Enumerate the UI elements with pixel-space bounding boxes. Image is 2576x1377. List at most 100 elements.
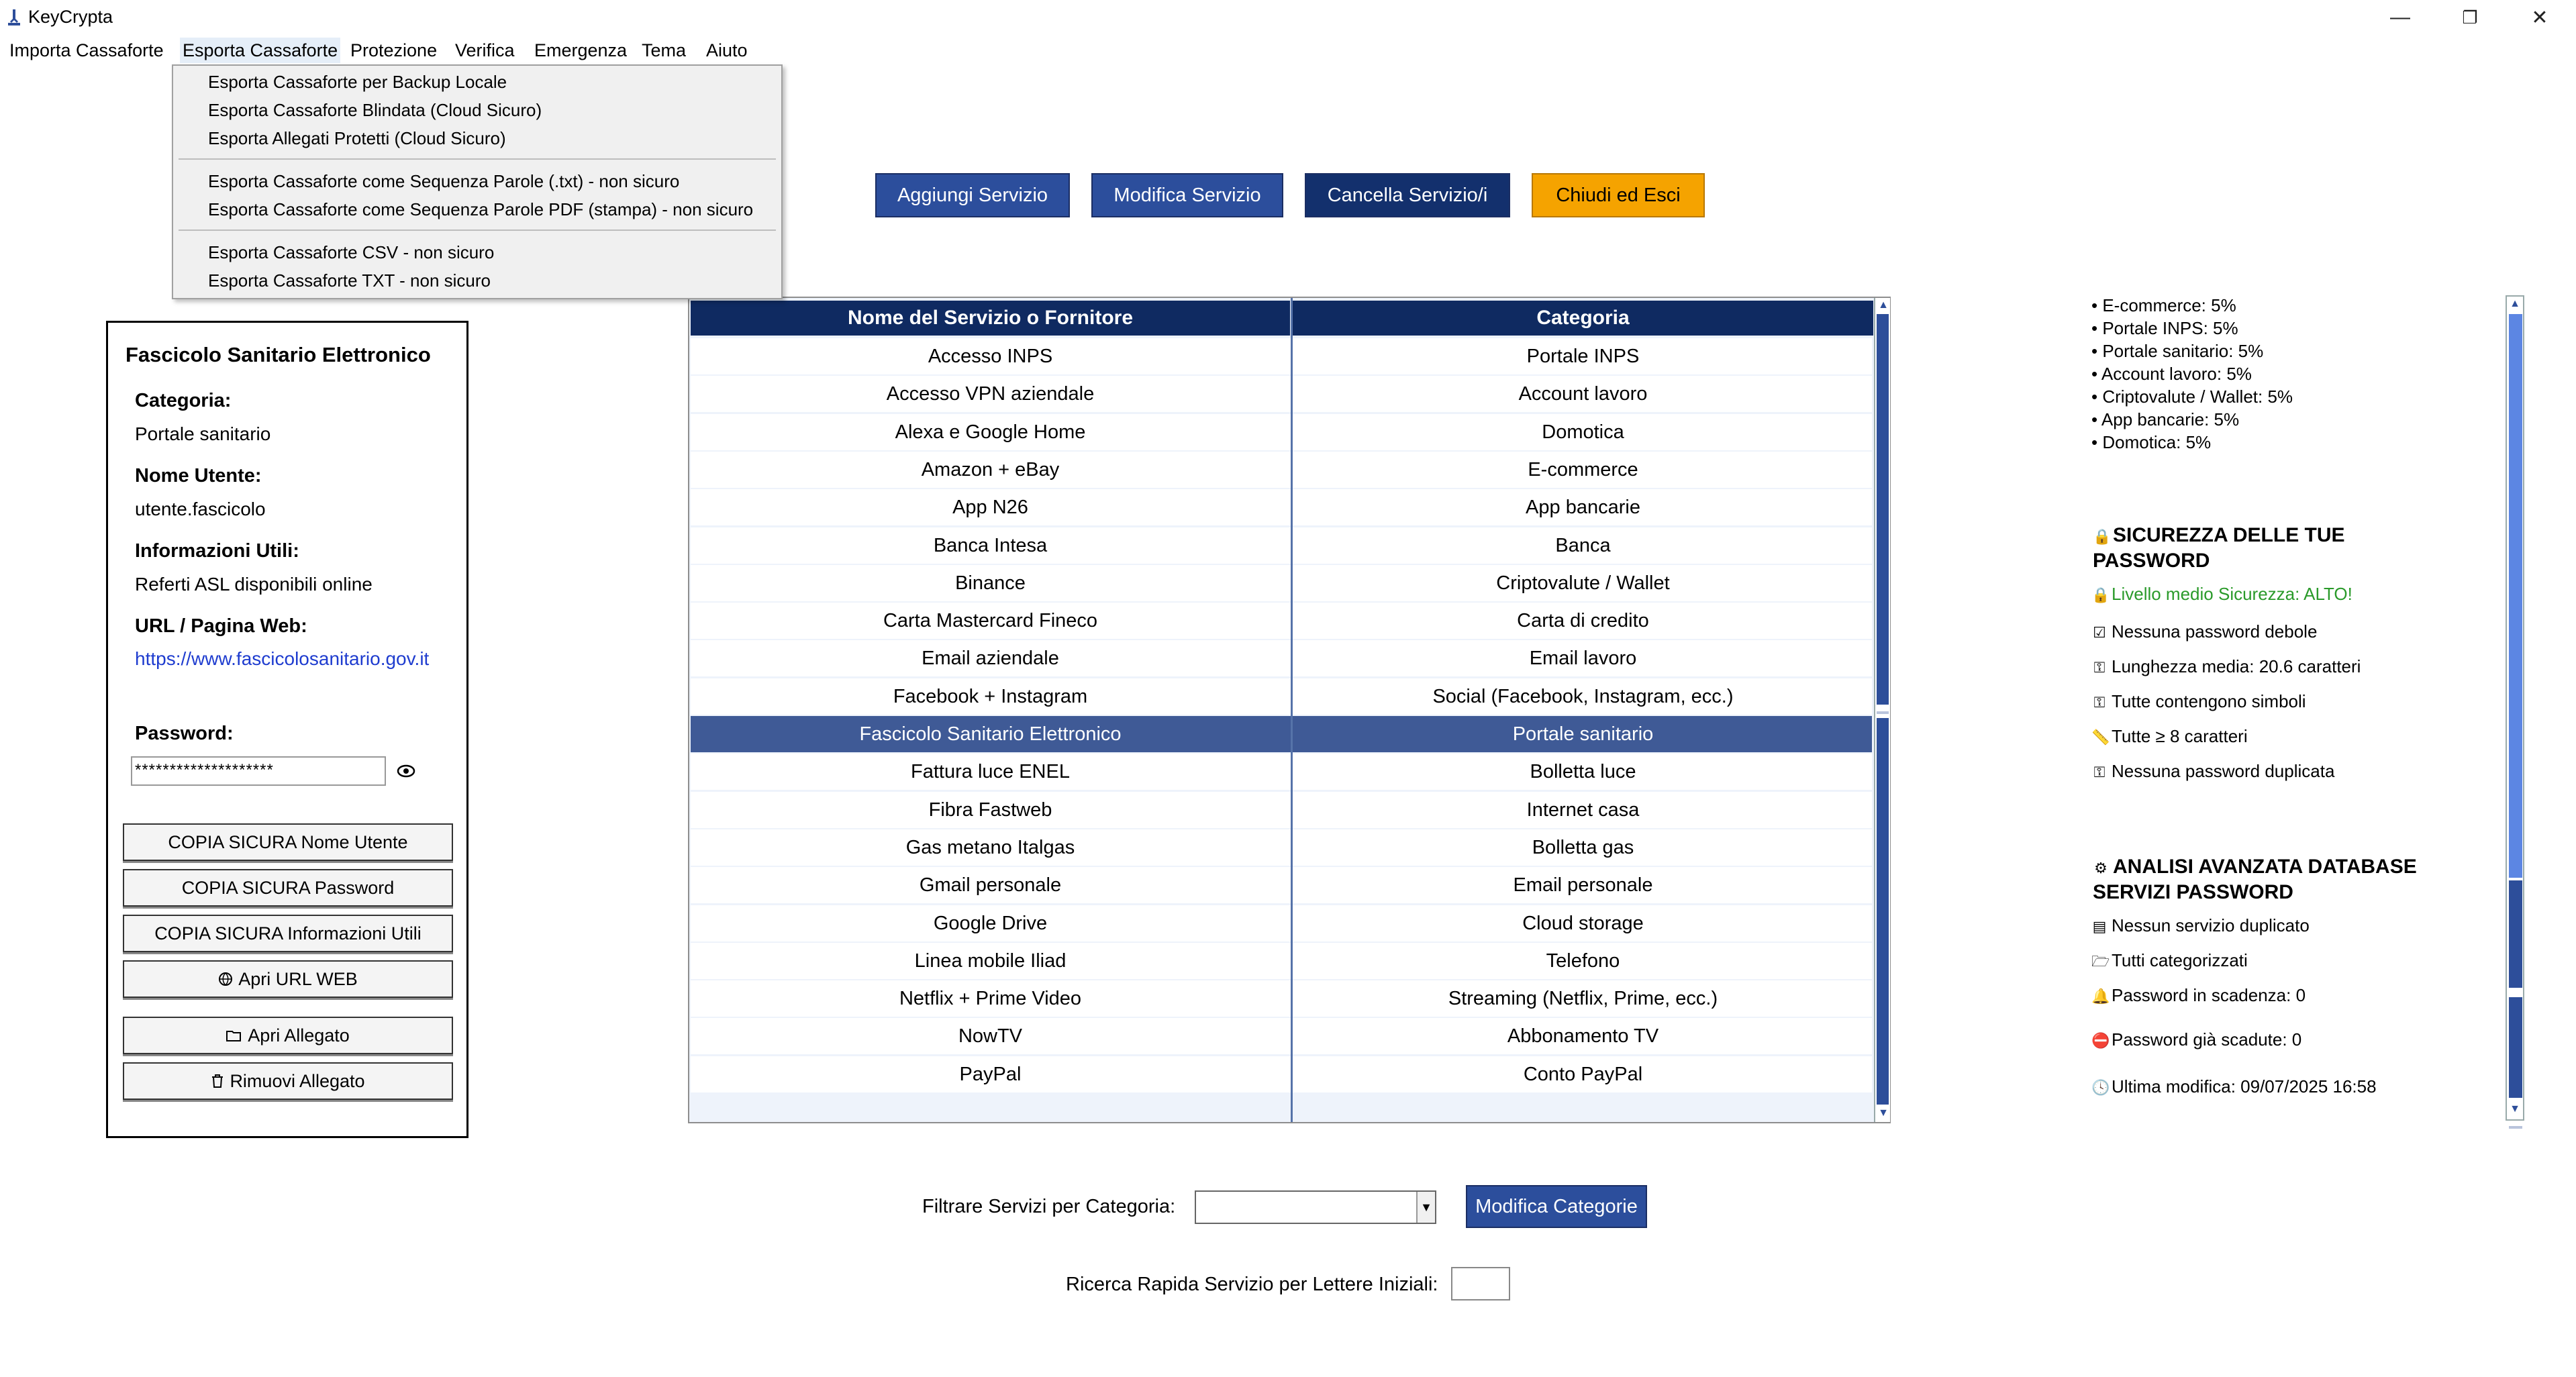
category-share-item: • Domotica: 5%: [2091, 432, 2212, 452]
menu-aiuto[interactable]: Aiuto: [703, 38, 750, 63]
scrollbar-thumb[interactable]: [1877, 314, 1889, 705]
category-cell: Criptovalute / Wallet: [1496, 572, 1670, 594]
header-service-name[interactable]: Nome del Servizio o Fornitore: [691, 301, 1290, 336]
category-cell: Cloud storage: [1522, 912, 1644, 934]
table-row[interactable]: Netflix + Prime Video Streaming (Netflix,…: [691, 980, 1872, 1017]
scroll-down-arrow-icon[interactable]: ▼: [1877, 1107, 1889, 1119]
copy-password-button[interactable]: COPIA SICURA Password: [123, 869, 453, 907]
table-row[interactable]: Facebook + Instagram Social (Facebook, In…: [691, 678, 1872, 715]
quick-search-label: Ricerca Rapida Servizio per Lettere Iniz…: [1066, 1274, 1438, 1295]
analysis-icon: ⚙: [2094, 860, 2108, 876]
column-divider: [1291, 298, 1293, 1122]
lock-icon: 🔒: [2091, 586, 2110, 603]
table-row[interactable]: Linea mobile Iliad Telefono: [691, 942, 1872, 979]
table-row[interactable]: Banca Intesa Banca: [691, 527, 1872, 564]
stats-scrollbar[interactable]: ▲ ▼: [2506, 295, 2524, 1129]
service-name-cell: Accesso INPS: [928, 346, 1053, 367]
lock-icon: 🔒: [2093, 528, 2112, 545]
eye-icon[interactable]: [397, 762, 415, 780]
open-url-button[interactable]: Apri URL WEB: [123, 960, 453, 998]
password-label: Password:: [135, 723, 234, 744]
checkbox-icon: ☑: [2093, 624, 2106, 641]
menu-emergenza[interactable]: Emergenza: [532, 38, 630, 63]
service-name-cell: Gmail personale: [919, 874, 1062, 897]
folder-open-icon: [226, 1031, 242, 1041]
add-service-button[interactable]: Aggiungi Servizio: [875, 173, 1070, 217]
edit-categories-button[interactable]: Modifica Categorie: [1466, 1185, 1647, 1228]
menu-export-local-backup[interactable]: Esporta Cassaforte per Backup Locale: [208, 70, 507, 94]
menu-export-words-pdf[interactable]: Esporta Cassaforte come Sequenza Parole …: [208, 197, 753, 221]
security-item: 📏Tutte ≥ 8 caratteri: [2091, 726, 2248, 746]
table-scrollbar[interactable]: ▲ ▼: [1874, 298, 1890, 1122]
menu-tema[interactable]: Tema: [639, 38, 689, 63]
title-bar: KeyCrypta — ❐ ✕: [0, 0, 2576, 35]
close-button[interactable]: ✕: [2505, 0, 2575, 35]
menu-verifica[interactable]: Verifica: [452, 38, 517, 63]
menu-importa-cassaforte[interactable]: Importa Cassaforte: [7, 38, 166, 63]
minimize-button[interactable]: —: [2365, 0, 2435, 35]
category-cell: Banca: [1555, 534, 1611, 556]
service-details-panel: Fascicolo Sanitario Elettronico Categori…: [106, 321, 468, 1138]
menu-esporta-cassaforte[interactable]: Esporta Cassaforte: [180, 38, 341, 63]
menu-export-cloud-secure[interactable]: Esporta Cassaforte Blindata (Cloud Sicur…: [208, 98, 542, 122]
open-attachment-button[interactable]: Apri Allegato: [123, 1017, 453, 1054]
menu-protezione[interactable]: Protezione: [348, 38, 440, 63]
table-row[interactable]: Accesso INPS Portale INPS: [691, 338, 1872, 374]
menu-export-csv[interactable]: Esporta Cassaforte CSV - non sicuro: [208, 240, 494, 264]
analysis-item: 🗁 Tutti categorizzati: [2091, 950, 2248, 976]
copy-username-button[interactable]: COPIA SICURA Nome Utente: [123, 823, 453, 861]
no-entry-icon: ⛔: [2091, 1032, 2110, 1049]
service-name-cell: Email aziendale: [922, 648, 1059, 670]
menu-export-words-txt[interactable]: Esporta Cassaforte come Sequenza Parole …: [208, 169, 679, 193]
scrollbar-track-lower[interactable]: [1877, 718, 1889, 1105]
category-value: Portale sanitario: [135, 423, 271, 444]
quick-search-input[interactable]: [1451, 1267, 1510, 1300]
table-row[interactable]: Carta Mastercard Fineco Carta di credito: [691, 603, 1872, 640]
table-row[interactable]: Google Drive Cloud storage: [691, 905, 1872, 941]
remove-attachment-button[interactable]: Rimuovi Allegato: [123, 1062, 453, 1100]
header-category[interactable]: Categoria: [1293, 301, 1873, 336]
scrollbar-track-lower[interactable]: [2509, 997, 2522, 1098]
scrollbar-thumb[interactable]: [2509, 314, 2522, 878]
username-value: utente.fascicolo: [135, 499, 266, 519]
scroll-up-arrow-icon[interactable]: ▲: [1877, 299, 1889, 311]
edit-service-button[interactable]: Modifica Servizio: [1091, 173, 1283, 217]
copy-info-button[interactable]: COPIA SICURA Informazioni Utili: [123, 915, 453, 952]
table-row[interactable]: Fibra Fastweb Internet casa: [691, 791, 1872, 828]
category-share-item: • Portale INPS: 5%: [2091, 318, 2238, 338]
service-name-cell: Fascicolo Sanitario Elettronico: [859, 723, 1122, 745]
scroll-up-arrow-icon[interactable]: ▲: [2509, 298, 2521, 310]
password-field[interactable]: ********************: [131, 756, 386, 786]
scrollbar-track[interactable]: [2509, 880, 2522, 988]
menu-export-attachments[interactable]: Esporta Allegati Protetti (Cloud Sicuro): [208, 126, 506, 150]
chevron-down-icon[interactable]: ▼: [1416, 1192, 1435, 1223]
analysis-item: ⛔Password già scadute: 0: [2091, 1029, 2302, 1050]
table-row[interactable]: App N26 App bancarie: [691, 489, 1872, 526]
category-label: Categoria:: [135, 390, 232, 411]
table-row[interactable]: Gmail personale Email personale: [691, 867, 1872, 904]
table-row[interactable]: Fascicolo Sanitario Elettronico Portale s…: [691, 716, 1872, 752]
table-row[interactable]: Accesso VPN aziendale Account lavoro: [691, 376, 1872, 413]
table-row[interactable]: Email aziendale Email lavoro: [691, 640, 1872, 677]
scrollbar-splitter: [1877, 711, 1889, 714]
table-row[interactable]: Gas metano Italgas Bolletta gas: [691, 829, 1872, 866]
scroll-down-arrow-icon[interactable]: ▼: [2509, 1103, 2521, 1115]
key-icon: ⚿: [2093, 764, 2106, 780]
exit-button[interactable]: Chiudi ed Esci: [1532, 173, 1705, 217]
table-row[interactable]: PayPal Conto PayPal: [691, 1056, 1872, 1092]
table-row[interactable]: NowTV Abbonamento TV: [691, 1018, 1872, 1055]
table-row[interactable]: Amazon + eBay E-commerce: [691, 451, 1872, 488]
service-name-cell: Amazon + eBay: [921, 458, 1060, 480]
bell-icon: 🔔: [2091, 988, 2110, 1005]
menu-separator: [179, 158, 776, 160]
maximize-button[interactable]: ❐: [2435, 0, 2505, 35]
category-share-item: • Account lavoro: 5%: [2091, 364, 2252, 384]
url-link[interactable]: https://www.fascicolosanitario.gov.it: [135, 648, 450, 670]
app-logo-icon: [8, 9, 20, 26]
table-row[interactable]: Binance Criptovalute / Wallet: [691, 564, 1872, 601]
table-row[interactable]: Alexa e Google Home Domotica: [691, 413, 1872, 450]
delete-service-button[interactable]: Cancella Servizio/i: [1305, 173, 1510, 217]
category-filter-select[interactable]: ▼: [1195, 1190, 1436, 1224]
menu-export-txt[interactable]: Esporta Cassaforte TXT - non sicuro: [208, 268, 491, 293]
table-row[interactable]: Fattura luce ENEL Bolletta luce: [691, 754, 1872, 790]
